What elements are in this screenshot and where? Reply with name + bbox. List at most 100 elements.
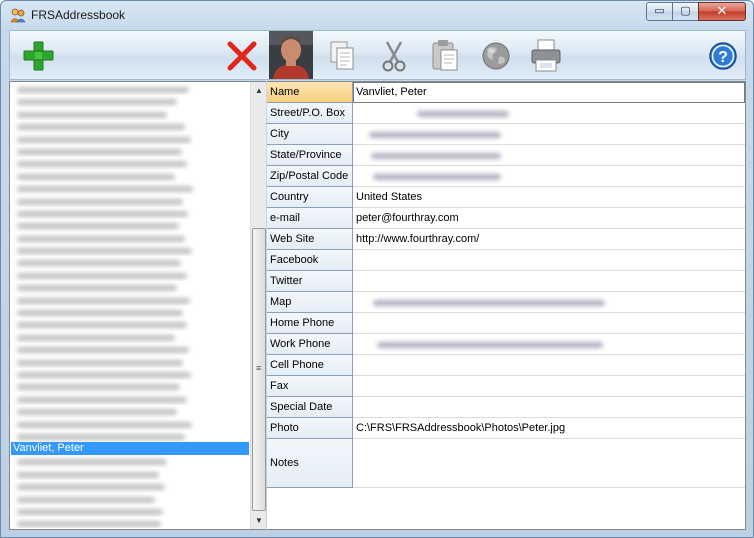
list-item[interactable] <box>11 207 249 219</box>
web-button[interactable] <box>476 37 516 75</box>
person-photo-icon <box>269 31 313 79</box>
add-contact-button[interactable] <box>18 37 58 75</box>
list-item[interactable] <box>11 380 249 392</box>
field-value[interactable]: peter@fourthray.com <box>356 212 459 224</box>
close-icon: ✕ <box>716 3 728 18</box>
scroll-down-arrow-icon[interactable]: ▼ <box>251 512 267 529</box>
field-row-website[interactable]: Web Site http://www.fourthray.com/ <box>267 229 745 250</box>
help-button[interactable]: ? <box>703 37 743 75</box>
field-row-notes[interactable]: Notes <box>267 439 745 488</box>
field-label: Web Site <box>267 229 353 250</box>
list-item[interactable] <box>11 405 249 417</box>
list-item[interactable] <box>11 195 249 207</box>
print-button[interactable] <box>526 37 566 75</box>
list-item[interactable] <box>11 145 249 157</box>
copy-button[interactable] <box>322 37 362 75</box>
field-row-street[interactable]: Street/P.O. Box <box>267 103 745 124</box>
field-label: e-mail <box>267 208 353 229</box>
maximize-button[interactable]: ▢ <box>672 2 699 21</box>
field-value[interactable]: Vanvliet, Peter <box>356 86 427 98</box>
list-scrollbar[interactable]: ▲ ≡ ▼ <box>250 82 266 529</box>
scrollbar-thumb[interactable]: ≡ <box>252 228 266 511</box>
list-item[interactable] <box>11 306 249 318</box>
redacted-value <box>371 153 501 159</box>
list-item[interactable] <box>11 232 249 244</box>
field-label: Facebook <box>267 250 353 271</box>
list-item[interactable] <box>11 430 249 442</box>
field-row-email[interactable]: e-mail peter@fourthray.com <box>267 208 745 229</box>
list-item[interactable] <box>11 219 249 231</box>
field-label: Fax <box>267 376 353 397</box>
field-label: City <box>267 124 353 145</box>
list-item[interactable] <box>11 480 249 492</box>
field-label: Zip/Postal Code <box>267 166 353 187</box>
clipboard-icon <box>432 40 458 71</box>
field-row-map[interactable]: Map <box>267 292 745 313</box>
field-value[interactable]: http://www.fourthray.com/ <box>356 233 479 245</box>
list-item[interactable] <box>11 281 249 293</box>
list-item[interactable] <box>11 493 249 505</box>
contact-list[interactable]: Vanvliet, Peter ▲ ≡ ▼ <box>9 81 266 530</box>
copy-icon <box>330 41 354 70</box>
field-row-cell-phone[interactable]: Cell Phone <box>267 355 745 376</box>
list-item[interactable] <box>11 170 249 182</box>
field-row-work-phone[interactable]: Work Phone <box>267 334 745 355</box>
field-row-photo[interactable]: Photo C:\FRS\FRSAddressbook\Photos\Peter… <box>267 418 745 439</box>
window-title: FRSAddressbook <box>31 8 126 22</box>
field-label: Home Phone <box>267 313 353 334</box>
scroll-up-arrow-icon[interactable]: ▲ <box>251 82 267 99</box>
field-value[interactable]: United States <box>356 191 422 203</box>
field-row-special-date[interactable]: Special Date <box>267 397 745 418</box>
cut-button[interactable] <box>374 37 414 75</box>
close-button[interactable]: ✕ <box>698 2 746 21</box>
list-item[interactable] <box>11 83 249 95</box>
field-row-facebook[interactable]: Facebook <box>267 250 745 271</box>
list-item[interactable] <box>11 343 249 355</box>
selected-contact-item[interactable]: Vanvliet, Peter <box>11 442 249 456</box>
list-item[interactable] <box>11 331 249 343</box>
list-item[interactable] <box>11 108 249 120</box>
list-item[interactable] <box>11 468 249 480</box>
field-label: Cell Phone <box>267 355 353 376</box>
field-row-state[interactable]: State/Province <box>267 145 745 166</box>
list-item[interactable] <box>11 517 249 528</box>
field-value[interactable]: C:\FRS\FRSAddressbook\Photos\Peter.jpg <box>356 422 565 434</box>
selected-contact-label: Vanvliet, Peter <box>13 442 84 455</box>
minimize-button[interactable]: ▭ <box>646 2 673 21</box>
field-row-zip[interactable]: Zip/Postal Code <box>267 166 745 187</box>
contact-details-grid: Name Vanvliet, Peter Street/P.O. Box Cit… <box>267 81 746 530</box>
field-label: Country <box>267 187 353 208</box>
list-item[interactable] <box>11 368 249 380</box>
list-item[interactable] <box>11 182 249 194</box>
list-item[interactable] <box>11 505 249 517</box>
list-item[interactable] <box>11 294 249 306</box>
list-item[interactable] <box>11 418 249 430</box>
list-item[interactable] <box>11 318 249 330</box>
address-book-app-icon <box>10 8 26 23</box>
redacted-value <box>369 132 501 138</box>
redacted-value <box>373 300 605 306</box>
minimize-icon: ▭ <box>654 5 665 17</box>
list-item[interactable] <box>11 269 249 281</box>
list-item[interactable] <box>11 120 249 132</box>
field-row-twitter[interactable]: Twitter <box>267 271 745 292</box>
list-item[interactable] <box>11 256 249 268</box>
list-item[interactable] <box>11 157 249 169</box>
contact-photo[interactable] <box>269 31 313 79</box>
list-item[interactable] <box>11 455 249 467</box>
list-item[interactable] <box>11 393 249 405</box>
delete-contact-button[interactable] <box>222 37 262 75</box>
field-row-city[interactable]: City <box>267 124 745 145</box>
list-item[interactable] <box>11 244 249 256</box>
field-row-name[interactable]: Name Vanvliet, Peter <box>267 82 745 103</box>
redacted-value <box>373 174 501 180</box>
field-row-home-phone[interactable]: Home Phone <box>267 313 745 334</box>
field-row-country[interactable]: Country United States <box>267 187 745 208</box>
list-item[interactable] <box>11 133 249 145</box>
title-bar[interactable]: FRSAddressbook ▭ ▢ ✕ <box>1 1 753 29</box>
field-label: Special Date <box>267 397 353 418</box>
paste-button[interactable] <box>425 37 465 75</box>
list-item[interactable] <box>11 356 249 368</box>
field-row-fax[interactable]: Fax <box>267 376 745 397</box>
list-item[interactable] <box>11 95 249 107</box>
